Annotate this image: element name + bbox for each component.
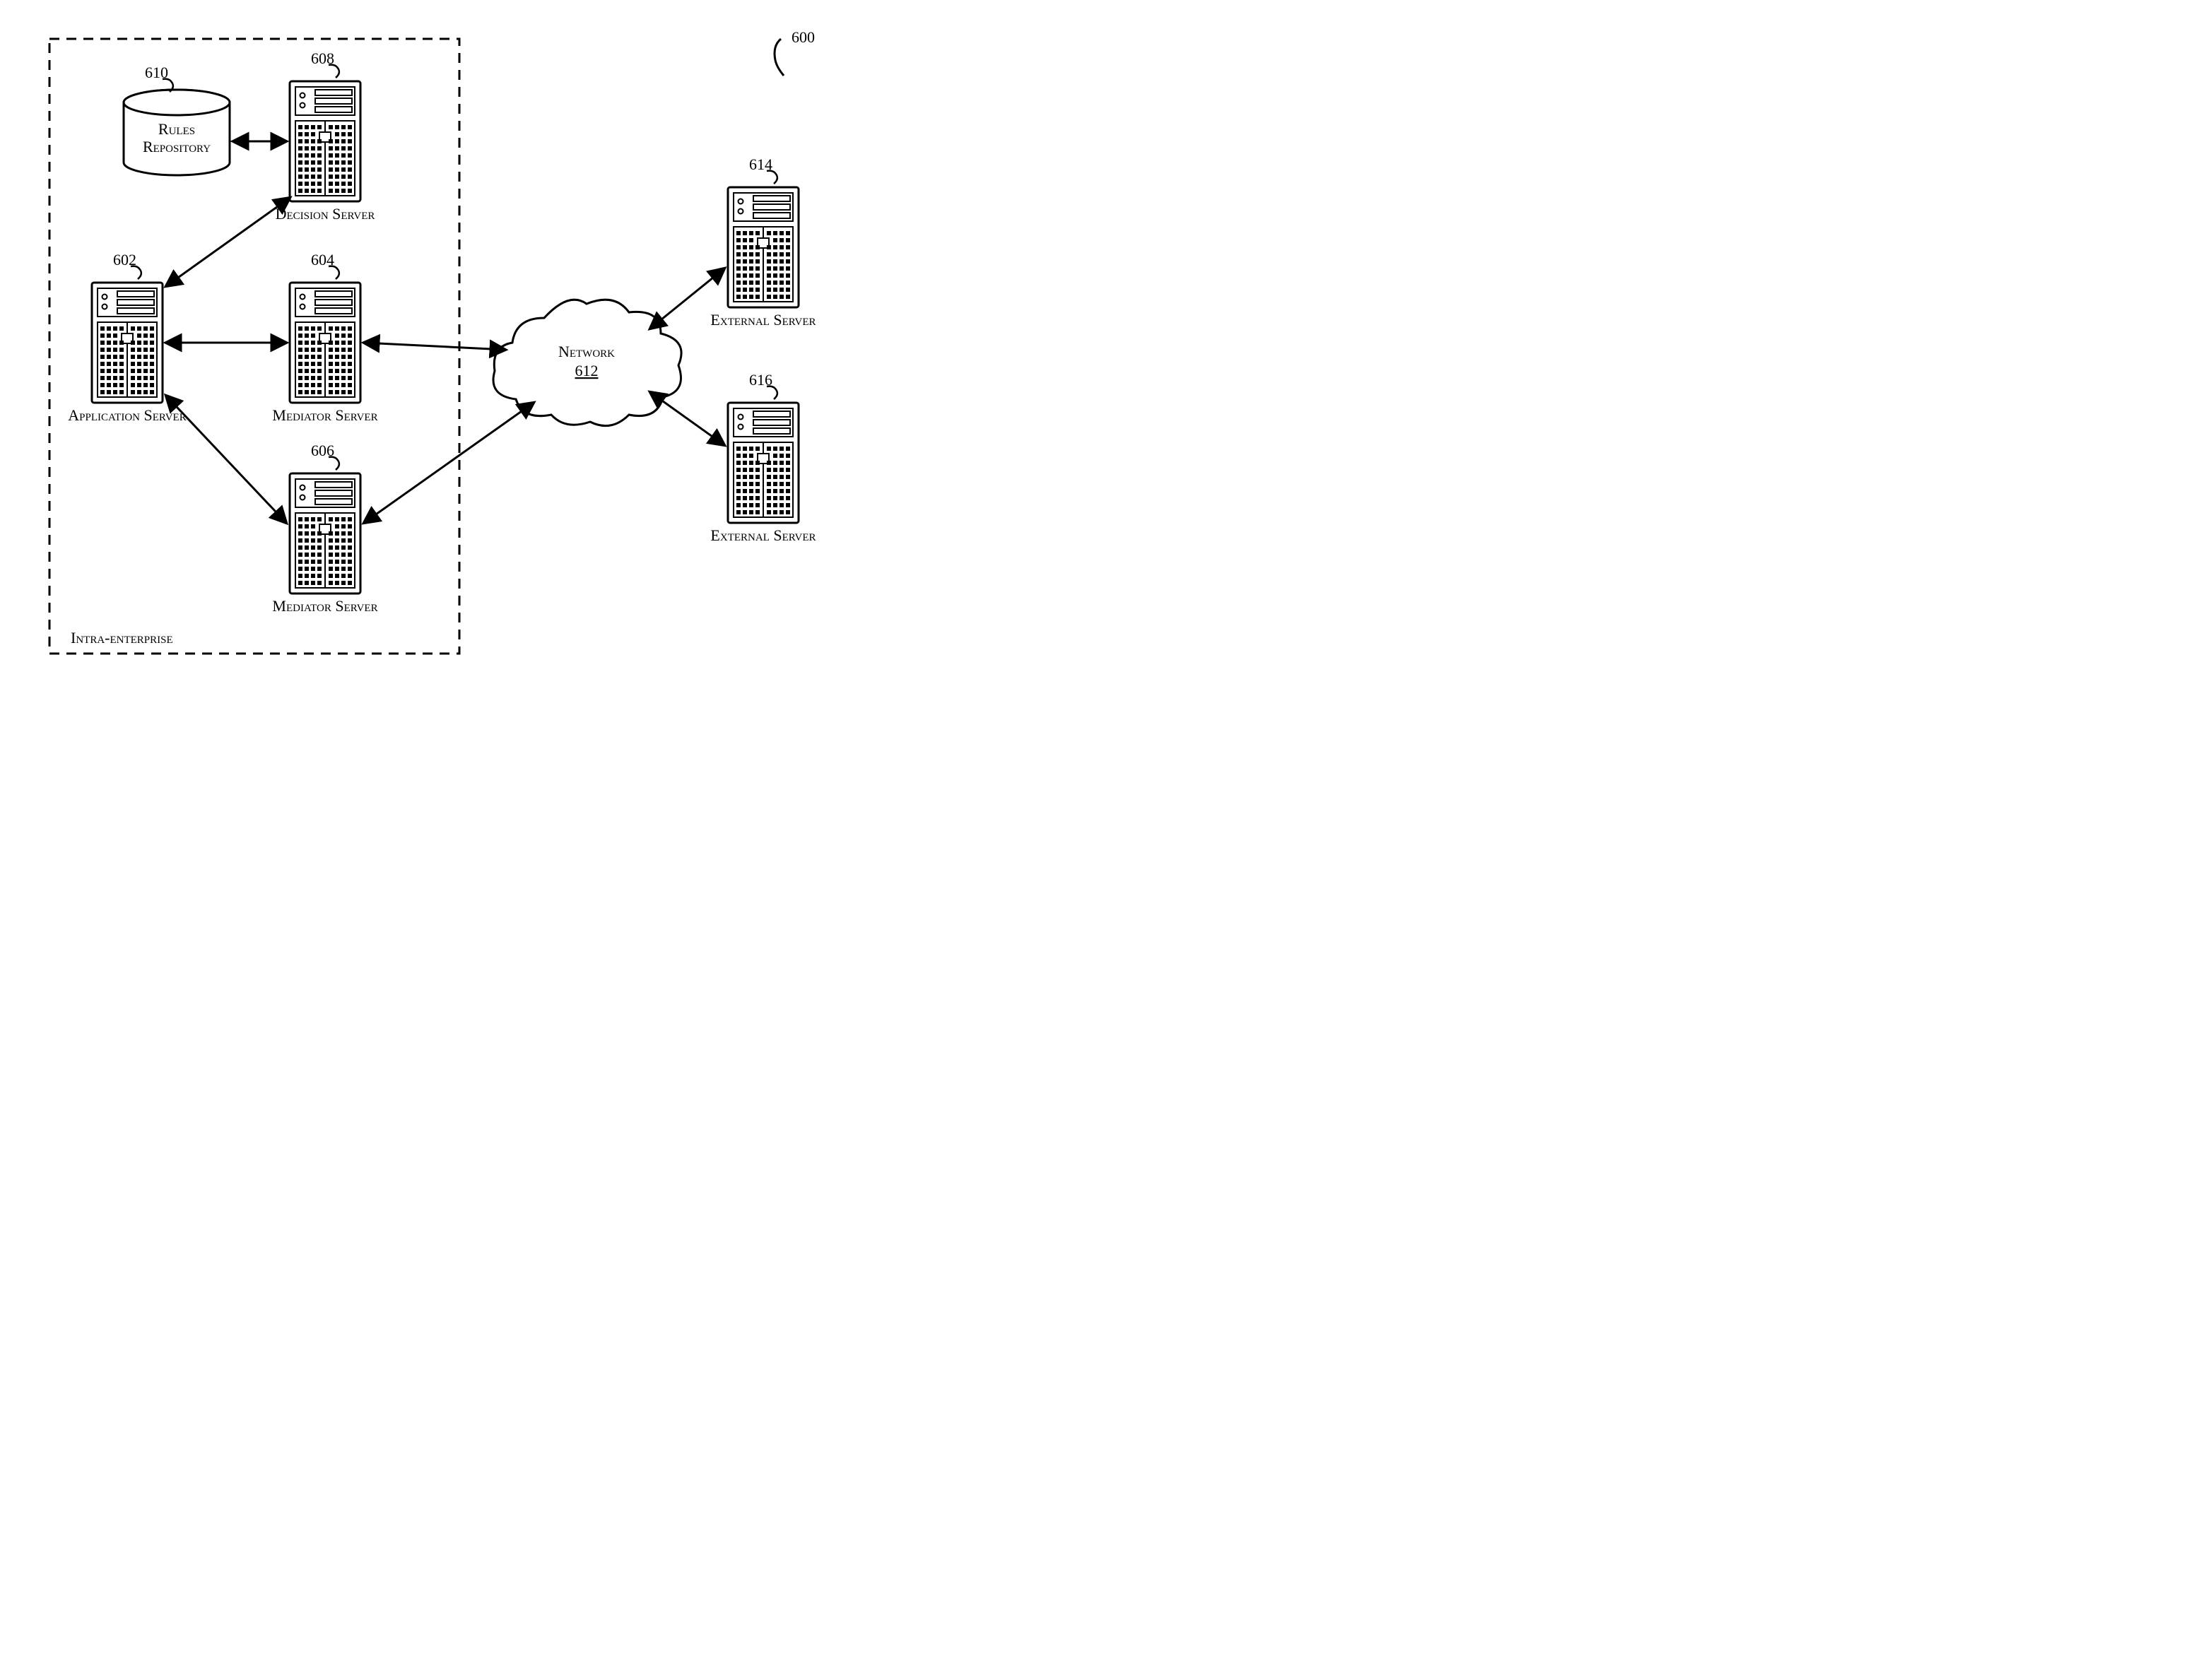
external-server-1-label: External Server: [710, 311, 816, 329]
conn-application-mediator2: [166, 396, 286, 523]
figure-ref-number: 600: [792, 28, 815, 46]
decision-server-label: Decision Server: [276, 205, 375, 223]
mediator-server-2-label: Mediator Server: [272, 597, 377, 615]
rules-repository-node: Rules Repository 610: [124, 64, 230, 175]
external-server-2-node: External Server 616: [710, 371, 816, 544]
rules-repo-label-2: Repository: [143, 138, 211, 155]
external-server-1-node: External Server 614: [710, 155, 816, 329]
region-label: Intra-enterprise: [71, 629, 173, 646]
external-server-2-label: External Server: [710, 526, 816, 544]
system-diagram: 600 Intra-enterprise Rules Repository 61…: [0, 0, 905, 683]
conn-decision-application: [166, 198, 290, 286]
network-node: Network 612: [493, 300, 681, 425]
conn-network-external2: [650, 392, 724, 445]
application-server-label: Application Server: [68, 406, 186, 424]
mediator-server-1-node: Mediator Server 604: [272, 251, 377, 424]
decision-server-node: Decision Server 608: [276, 49, 375, 223]
mediator-server-2-node: Mediator Server 606: [272, 442, 377, 615]
network-ref: 612: [575, 362, 599, 379]
rules-repo-label-1: Rules: [158, 120, 195, 138]
conn-mediator1-network: [364, 343, 505, 350]
network-label: Network: [558, 343, 615, 360]
mediator-server-1-label: Mediator Server: [272, 406, 377, 424]
conn-mediator2-network: [364, 403, 534, 523]
figure-ref: 600: [775, 28, 815, 76]
